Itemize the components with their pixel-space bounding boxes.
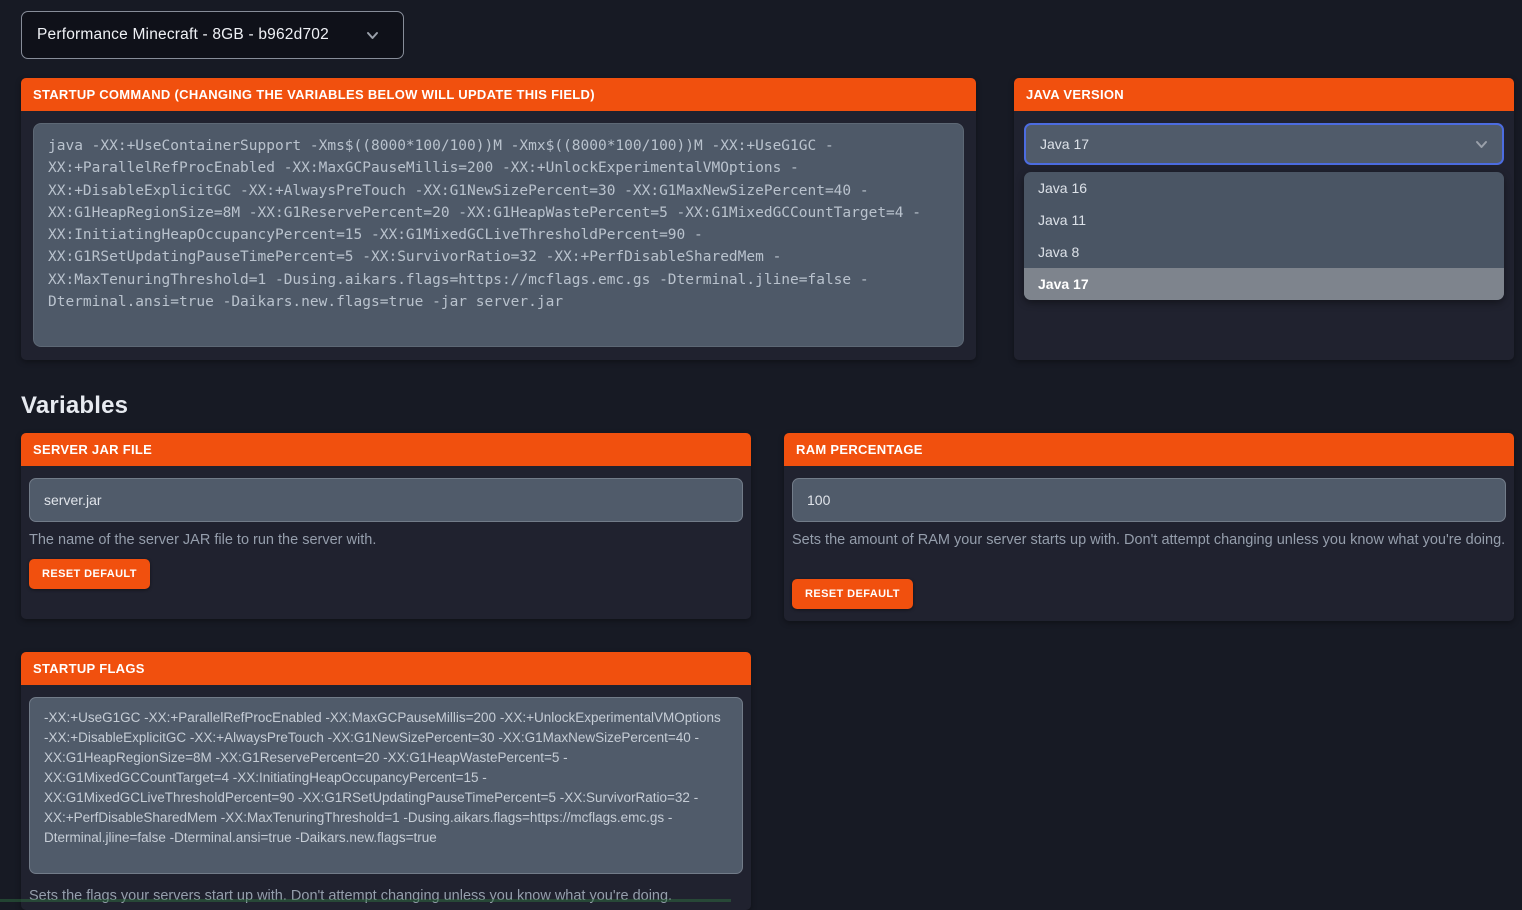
chevron-down-icon [1475,140,1488,149]
ram-percentage-description: Sets the amount of RAM your server start… [792,529,1506,551]
server-jar-file-header: SERVER JAR FILE [21,433,751,466]
startup-command-header: STARTUP COMMAND (CHANGING THE VARIABLES … [21,78,976,111]
java-option-8[interactable]: Java 8 [1024,236,1504,268]
startup-flags-description: Sets the flags your servers start up wit… [29,885,743,907]
startup-flags-field[interactable]: -XX:+UseG1GC -XX:+ParallelRefProcEnabled… [29,697,743,874]
startup-flags-header: STARTUP FLAGS [21,652,751,685]
reset-default-button[interactable]: RESET DEFAULT [29,559,150,589]
ram-percentage-header: RAM PERCENTAGE [784,433,1514,466]
java-version-header: JAVA VERSION [1014,78,1514,111]
ram-percentage-card: RAM PERCENTAGE Sets the amount of RAM yo… [784,433,1514,621]
server-selector-value: Performance Minecraft - 8GB - b962d702 [37,26,329,44]
java-option-17[interactable]: Java 17 [1024,268,1504,300]
server-jar-file-input[interactable] [29,478,743,522]
server-selector[interactable]: Performance Minecraft - 8GB - b962d702 [21,11,404,59]
java-version-select[interactable]: Java 17 [1024,123,1504,165]
startup-flags-card: STARTUP FLAGS -XX:+UseG1GC -XX:+Parallel… [21,652,751,910]
server-jar-file-description: The name of the server JAR file to run t… [29,529,743,551]
startup-command-field[interactable]: java -XX:+UseContainerSupport -Xms$((800… [33,123,964,347]
java-version-selected-value: Java 17 [1040,136,1089,152]
ram-percentage-input[interactable] [792,478,1506,522]
java-version-dropdown-list: Java 16 Java 11 Java 8 Java 17 [1024,172,1504,300]
java-option-16[interactable]: Java 16 [1024,172,1504,204]
server-jar-file-card: SERVER JAR FILE The name of the server J… [21,433,751,619]
startup-command-panel: STARTUP COMMAND (CHANGING THE VARIABLES … [21,78,976,360]
java-version-panel: JAVA VERSION Java 17 Java 16 Java 11 Jav… [1014,78,1514,360]
reset-default-button[interactable]: RESET DEFAULT [792,579,913,609]
java-option-11[interactable]: Java 11 [1024,204,1504,236]
variables-section-title: Variables [21,392,128,420]
chevron-down-icon [366,31,379,40]
